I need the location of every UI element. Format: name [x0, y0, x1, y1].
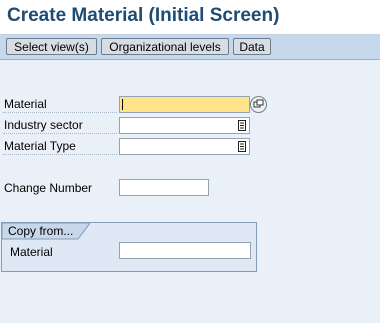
material-type-label: Material Type — [4, 139, 76, 153]
material-label: Material — [4, 97, 47, 111]
organizational-levels-button[interactable]: Organizational levels — [101, 38, 229, 55]
page-title: Create Material (Initial Screen) — [7, 5, 280, 26]
material-label-underline — [3, 112, 117, 113]
material-type-label-underline — [3, 154, 117, 155]
material-input[interactable] — [119, 96, 250, 113]
data-button[interactable]: Data — [233, 38, 271, 55]
material-type-dropdown[interactable] — [119, 138, 250, 155]
title-bar: Create Material (Initial Screen) — [0, 0, 380, 35]
industry-sector-label: Industry sector — [4, 118, 83, 132]
multiple-selection-button[interactable] — [250, 96, 267, 113]
text-cursor — [122, 99, 123, 110]
change-number-label: Change Number — [4, 181, 93, 195]
copy-from-group: Copy from... Material — [1, 222, 257, 272]
copy-material-label: Material — [10, 245, 53, 259]
industry-sector-dropdown[interactable] — [119, 117, 250, 134]
select-views-button[interactable]: Select view(s) — [6, 38, 97, 55]
list-selection-icon[interactable] — [238, 141, 246, 152]
change-number-input[interactable] — [119, 179, 209, 196]
multiple-selection-icon — [253, 99, 264, 108]
application-toolbar: Select view(s) Organizational levels Dat… — [0, 35, 380, 60]
industry-sector-label-underline — [3, 133, 117, 134]
copy-material-input[interactable] — [119, 242, 251, 259]
copy-from-title: Copy from... — [8, 224, 74, 238]
list-selection-icon[interactable] — [238, 120, 246, 131]
